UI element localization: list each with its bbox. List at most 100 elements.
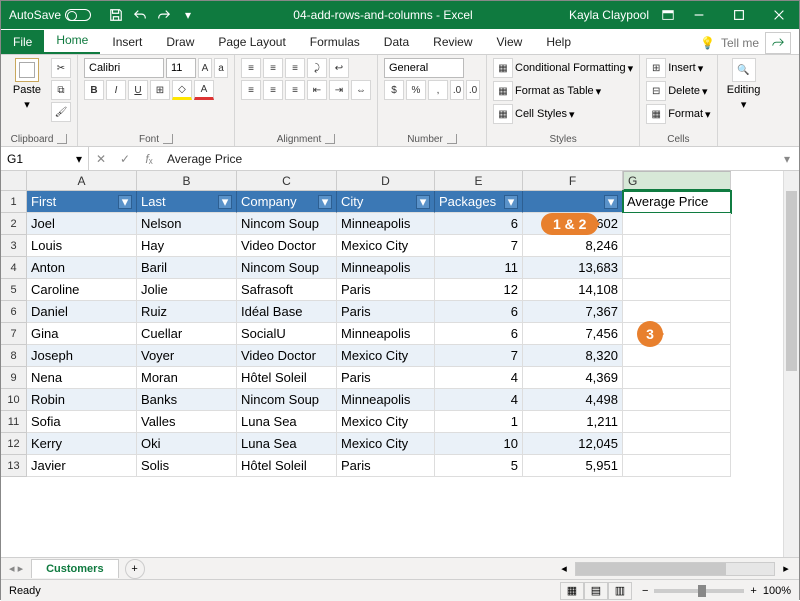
tab-review[interactable]: Review xyxy=(421,30,484,54)
launcher-icon[interactable] xyxy=(325,134,335,144)
tab-page-layout[interactable]: Page Layout xyxy=(206,30,297,54)
scroll-right-button[interactable]: ▸ xyxy=(779,562,793,575)
scroll-left-button[interactable]: ◂ xyxy=(557,562,571,575)
table-cell[interactable]: 4 xyxy=(435,389,523,411)
align-bottom-button[interactable]: ≡ xyxy=(285,58,305,78)
align-right-button[interactable]: ≡ xyxy=(285,80,305,100)
delete-cells-button[interactable]: ⊟Delete ▾ xyxy=(646,81,710,101)
table-cell[interactable]: 4,498 xyxy=(523,389,623,411)
qat-dropdown-icon[interactable]: ▾ xyxy=(177,4,199,26)
italic-button[interactable]: I xyxy=(106,80,126,100)
empty-cell[interactable] xyxy=(623,367,731,389)
number-format-select[interactable]: General xyxy=(384,58,464,78)
table-cell[interactable]: Minneapolis xyxy=(337,257,435,279)
row-header-4[interactable]: 4 xyxy=(1,257,27,279)
table-cell[interactable]: Luna Sea xyxy=(237,433,337,455)
table-cell[interactable]: Sofia xyxy=(27,411,137,433)
table-cell[interactable]: Nena xyxy=(27,367,137,389)
row-header-1[interactable]: 1 xyxy=(1,191,27,213)
table-cell[interactable]: Mexico City xyxy=(337,345,435,367)
row-header-2[interactable]: 2 xyxy=(1,213,27,235)
percent-button[interactable]: % xyxy=(406,80,426,100)
horizontal-scrollbar[interactable] xyxy=(575,562,775,576)
empty-cell[interactable] xyxy=(623,301,731,323)
filter-icon[interactable]: ▾ xyxy=(416,195,430,209)
table-cell[interactable]: Gina xyxy=(27,323,137,345)
cut-button[interactable]: ✂ xyxy=(51,58,71,78)
launcher-icon[interactable] xyxy=(447,134,457,144)
table-cell[interactable]: Paris xyxy=(337,367,435,389)
add-sheet-button[interactable]: + xyxy=(125,559,145,579)
empty-cell[interactable] xyxy=(623,213,731,235)
decrease-decimal-button[interactable]: .0 xyxy=(466,80,480,100)
border-button[interactable]: ⊞ xyxy=(150,80,170,100)
table-header[interactable]: City▾ xyxy=(337,191,435,213)
share-button[interactable] xyxy=(765,32,791,54)
increase-decimal-button[interactable]: .0 xyxy=(450,80,464,100)
table-cell[interactable]: Kerry xyxy=(27,433,137,455)
table-cell[interactable]: 6 xyxy=(435,301,523,323)
table-cell[interactable]: Paris xyxy=(337,301,435,323)
formula-input[interactable]: Average Price xyxy=(161,147,775,170)
format-cells-button[interactable]: ▦Format ▾ xyxy=(646,104,710,124)
table-cell[interactable]: Mexico City xyxy=(337,411,435,433)
filter-icon[interactable]: ▾ xyxy=(318,195,332,209)
table-cell[interactable]: Joseph xyxy=(27,345,137,367)
font-color-button[interactable]: A xyxy=(194,80,214,100)
increase-indent-button[interactable]: ⇥ xyxy=(329,80,349,100)
table-header[interactable]: Company▾ xyxy=(237,191,337,213)
table-cell[interactable]: 6 xyxy=(435,213,523,235)
increase-font-button[interactable]: A xyxy=(198,58,212,78)
paste-button[interactable]: Paste ▾ xyxy=(7,58,47,122)
table-header[interactable]: Last▾ xyxy=(137,191,237,213)
table-cell[interactable]: Moran xyxy=(137,367,237,389)
column-header-G[interactable]: G xyxy=(623,171,731,191)
maximize-button[interactable] xyxy=(719,1,759,29)
scrollbar-thumb[interactable] xyxy=(576,563,726,575)
table-cell[interactable]: 12,045 xyxy=(523,433,623,455)
font-name-select[interactable]: Calibri xyxy=(84,58,164,78)
column-header-C[interactable]: C xyxy=(237,171,337,191)
expand-formula-bar-button[interactable]: ▾ xyxy=(775,147,799,170)
zoom-thumb[interactable] xyxy=(698,585,706,597)
close-button[interactable] xyxy=(759,1,799,29)
launcher-icon[interactable] xyxy=(163,134,173,144)
table-cell[interactable]: Caroline xyxy=(27,279,137,301)
cell-styles-button[interactable]: ▦Cell Styles ▾ xyxy=(493,104,633,124)
tab-help[interactable]: Help xyxy=(534,30,583,54)
table-cell[interactable]: Voyer xyxy=(137,345,237,367)
insert-cells-button[interactable]: ⊞Insert ▾ xyxy=(646,58,710,78)
empty-cell[interactable] xyxy=(623,433,731,455)
table-cell[interactable]: 4 xyxy=(435,367,523,389)
column-header-A[interactable]: A xyxy=(27,171,137,191)
empty-cell[interactable] xyxy=(623,345,731,367)
table-cell[interactable]: 12 xyxy=(435,279,523,301)
table-cell[interactable]: 8,246 xyxy=(523,235,623,257)
merge-center-button[interactable]: ⇔ xyxy=(351,80,371,100)
table-cell[interactable]: Banks xyxy=(137,389,237,411)
empty-cell[interactable] xyxy=(623,235,731,257)
tab-formulas[interactable]: Formulas xyxy=(298,30,372,54)
row-header-10[interactable]: 10 xyxy=(1,389,27,411)
underline-button[interactable]: U xyxy=(128,80,148,100)
table-cell[interactable]: Video Doctor xyxy=(237,345,337,367)
filter-icon[interactable]: ▾ xyxy=(218,195,232,209)
table-cell[interactable]: 8,320 xyxy=(523,345,623,367)
copy-button[interactable]: ⧉ xyxy=(51,80,71,100)
sheet-nav[interactable]: ◂ ▸ xyxy=(1,562,31,575)
table-cell[interactable]: Minneapolis xyxy=(337,389,435,411)
tab-insert[interactable]: Insert xyxy=(100,30,154,54)
row-header-8[interactable]: 8 xyxy=(1,345,27,367)
row-header-11[interactable]: 11 xyxy=(1,411,27,433)
insert-function-button[interactable]: fₓ xyxy=(137,152,161,166)
table-cell[interactable]: 10 xyxy=(435,433,523,455)
zoom-out-button[interactable]: − xyxy=(642,585,648,597)
table-cell[interactable]: Nelson xyxy=(137,213,237,235)
row-header-6[interactable]: 6 xyxy=(1,301,27,323)
vertical-scrollbar[interactable] xyxy=(783,171,799,557)
decrease-indent-button[interactable]: ⇤ xyxy=(307,80,327,100)
table-cell[interactable]: Robin xyxy=(27,389,137,411)
bold-button[interactable]: B xyxy=(84,80,104,100)
empty-cell[interactable] xyxy=(623,257,731,279)
row-header-13[interactable]: 13 xyxy=(1,455,27,477)
